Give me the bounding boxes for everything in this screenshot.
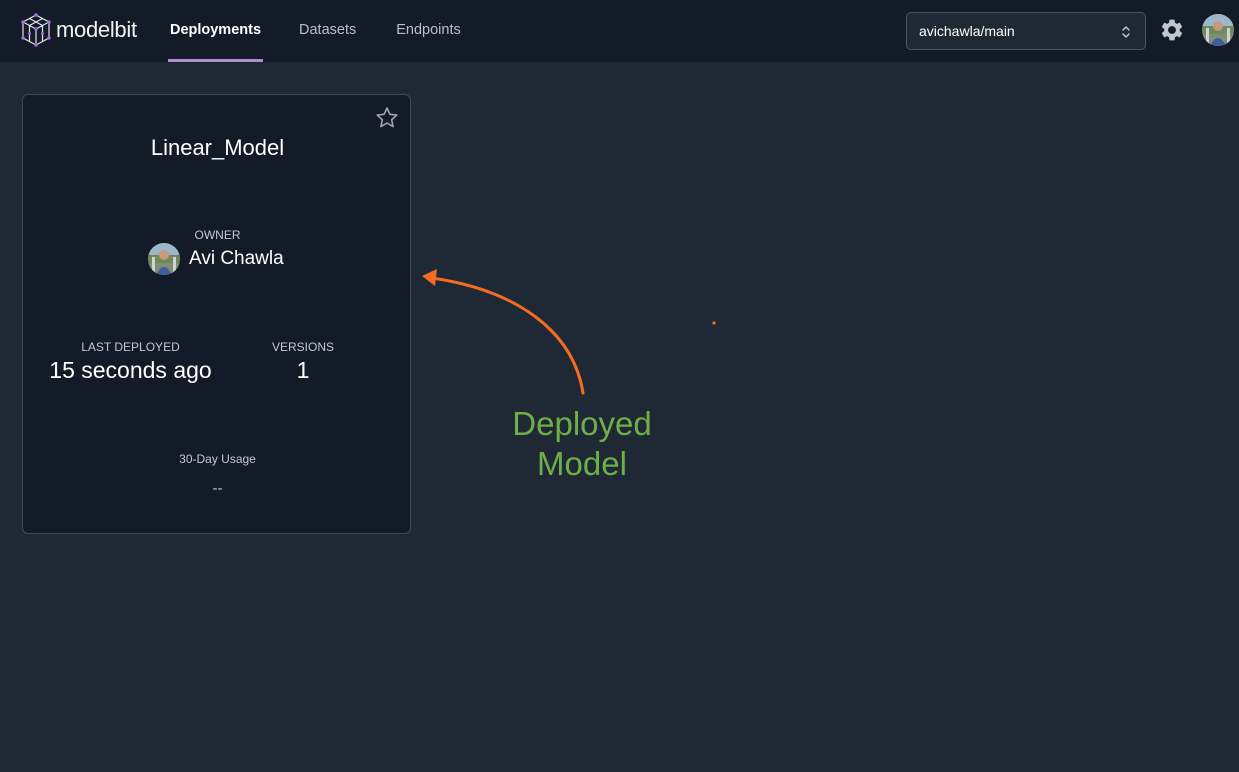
branch-selector[interactable]: avichawla/main bbox=[906, 12, 1146, 50]
tab-endpoints[interactable]: Endpoints bbox=[396, 0, 461, 62]
versions-label: VERSIONS bbox=[271, 340, 334, 354]
star-outline-icon[interactable] bbox=[374, 105, 400, 131]
brand-name: modelbit bbox=[56, 17, 137, 42]
last-deployed-label: LAST DEPLOYED bbox=[81, 340, 180, 354]
gear-icon[interactable] bbox=[1159, 17, 1185, 43]
last-deployed-value: 15 seconds ago bbox=[49, 357, 212, 383]
top-navigation-bar: modelbit Deployments Datasets Endpoints … bbox=[0, 0, 1239, 62]
chevron-up-down-icon bbox=[1122, 26, 1130, 38]
brand-logo[interactable]: modelbit bbox=[20, 13, 137, 47]
branch-selector-value: avichawla/main bbox=[919, 23, 1015, 39]
deployment-card[interactable]: Linear_Model OWNER Avi Chawla LAST DEPLO… bbox=[22, 94, 411, 534]
owner-name: Avi Chawla bbox=[189, 248, 284, 269]
main-nav: Deployments Datasets Endpoints bbox=[168, 0, 461, 62]
cube-logo-icon bbox=[21, 13, 51, 47]
annotation-line-2: Model bbox=[537, 445, 627, 482]
usage-label: 30-Day Usage bbox=[179, 452, 256, 466]
model-name[interactable]: Linear_Model bbox=[23, 135, 412, 161]
tab-datasets[interactable]: Datasets bbox=[299, 0, 356, 62]
owner-label: OWNER bbox=[194, 228, 241, 242]
owner-avatar bbox=[148, 243, 180, 275]
user-avatar[interactable] bbox=[1202, 14, 1234, 46]
annotation-line-1: Deployed bbox=[512, 405, 652, 442]
usage-value: -- bbox=[212, 480, 223, 497]
owner-info: Avi Chawla bbox=[148, 242, 284, 276]
user-avatar-image bbox=[1202, 14, 1234, 46]
owner-avatar-image bbox=[148, 243, 180, 275]
tab-deployments[interactable]: Deployments bbox=[168, 0, 263, 62]
annotation-text: Deployed Model bbox=[482, 404, 682, 484]
versions-value: 1 bbox=[296, 357, 310, 383]
annotation-arrow bbox=[422, 269, 716, 395]
